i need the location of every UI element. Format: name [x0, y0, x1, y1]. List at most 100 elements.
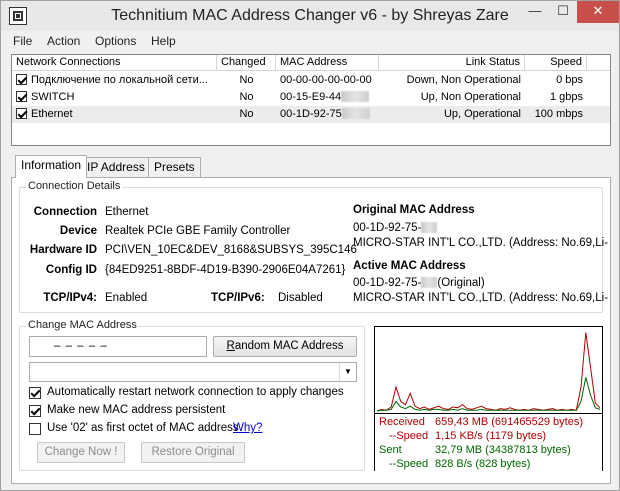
- redacted-mac: [421, 277, 438, 288]
- connection-name-cell: Ethernet: [12, 106, 217, 123]
- menu-help[interactable]: Help: [151, 34, 176, 48]
- connection-name-cell: Подключение по локальной сети...: [12, 72, 217, 89]
- row-checkbox[interactable]: [16, 91, 27, 102]
- col-changed[interactable]: Changed: [217, 55, 276, 71]
- changed-cell: No: [239, 91, 254, 103]
- tab-presets[interactable]: Presets: [148, 157, 201, 177]
- use-02-checkbox[interactable]: [29, 423, 41, 435]
- maximize-button[interactable]: ☐: [549, 1, 577, 23]
- connection-name: Подключение по локальной сети...: [31, 74, 208, 86]
- col-mac-address[interactable]: MAC Address: [276, 55, 379, 71]
- hardware-id-value: PCI\VEN_10EC&DEV_8168&SUBSYS_395C146: [105, 244, 357, 256]
- device-value: Realtek PCIe GBE Family Controller: [105, 225, 291, 237]
- status-cell: Up, Operational: [443, 108, 521, 120]
- original-mac-value: 00-1D-92-75-: [353, 222, 438, 234]
- speed-cell: 1 gbps: [549, 91, 583, 103]
- traffic-stats: Received 659,43 MB (691465529 bytes) --S…: [375, 413, 602, 471]
- received-value: 659,43 MB (691465529 bytes): [435, 416, 583, 428]
- connection-details-legend: Connection Details: [26, 180, 123, 192]
- random-mac-label: andom MAC Address: [234, 340, 344, 352]
- persistent-checkbox[interactable]: [29, 405, 41, 417]
- table-row[interactable]: Подключение по локальной сети... No 00-0…: [12, 72, 610, 89]
- received-series-line: [376, 332, 601, 412]
- sent-value: 32,79 MB (34387813 bytes): [435, 444, 571, 456]
- received-speed-label: --Speed: [389, 430, 429, 442]
- connection-label: Connection: [33, 206, 97, 218]
- menu-action[interactable]: Action: [47, 34, 80, 48]
- redacted-mac: [341, 108, 370, 119]
- redacted-mac: [341, 91, 370, 102]
- config-id-value: {84ED9251-8BDF-4D19-B390-2906E04A7261}: [105, 264, 346, 276]
- why-link[interactable]: Why?: [233, 422, 262, 434]
- mac-address-input[interactable]: – – – – –: [29, 336, 207, 357]
- active-mac-heading: Active MAC Address: [353, 260, 466, 272]
- tab-ip-address[interactable]: IP Address: [81, 157, 151, 177]
- mac-text: 00-15-E9-44: [280, 91, 342, 103]
- tcpipv6-value: Disabled: [278, 292, 323, 304]
- sent-speed-label: --Speed: [389, 458, 429, 470]
- tab-information[interactable]: Information: [15, 155, 88, 178]
- sent-label: Sent: [379, 444, 402, 456]
- mac-text: 00-1D-92-75: [280, 108, 342, 120]
- original-mac-heading: Original MAC Address: [353, 204, 475, 216]
- traffic-plot: [376, 332, 601, 412]
- active-vendor: MICRO-STAR INT'L CO.,LTD. (Address: No.6…: [353, 292, 609, 304]
- received-label: Received: [379, 416, 425, 428]
- changed-cell: No: [239, 74, 254, 86]
- change-mac-legend: Change MAC Address: [26, 319, 139, 331]
- menu-file[interactable]: File: [13, 34, 32, 48]
- main-window: Technitium MAC Address Changer v6 - by S…: [0, 0, 620, 491]
- list-header: Network Connections Changed MAC Address …: [12, 55, 610, 71]
- mac-cell: 00-00-00-00-00-00: [276, 72, 379, 89]
- sent-speed-value: 828 B/s (828 bytes): [435, 458, 531, 470]
- changed-cell: No: [239, 108, 254, 120]
- restore-original-button[interactable]: Restore Original: [141, 442, 245, 463]
- random-mac-button[interactable]: Random MAC Address: [213, 336, 357, 357]
- col-network-connections[interactable]: Network Connections: [12, 55, 217, 71]
- menu-options[interactable]: Options: [95, 34, 136, 48]
- table-row[interactable]: SWITCH No 00-15-E9-44 Up, Non Operationa…: [12, 89, 610, 106]
- auto-restart-checkbox[interactable]: [29, 387, 41, 399]
- information-panel: Connection Details Connection Ethernet D…: [11, 177, 611, 484]
- row-checkbox[interactable]: [16, 74, 27, 85]
- col-speed[interactable]: Speed: [525, 55, 587, 71]
- chevron-down-icon[interactable]: ▼: [339, 363, 356, 381]
- connection-value: Ethernet: [105, 206, 149, 218]
- connection-name: SWITCH: [31, 91, 75, 103]
- table-row[interactable]: Ethernet No 00-1D-92-75 Up, Operational …: [12, 106, 610, 123]
- active-mac-value: 00-1D-92-75- (Original): [353, 277, 485, 289]
- col-link-status[interactable]: Link Status: [379, 55, 525, 71]
- mac-octet-separators: – – – – –: [54, 340, 108, 352]
- hardware-id-label: Hardware ID: [29, 244, 97, 256]
- status-cell: Up, Non Operational: [420, 91, 521, 103]
- config-id-label: Config ID: [45, 264, 97, 276]
- received-speed-value: 1,15 KB/s (1179 bytes): [435, 430, 547, 442]
- connection-name: Ethernet: [31, 108, 73, 120]
- connection-name-cell: SWITCH: [12, 89, 217, 106]
- tcpipv4-value: Enabled: [105, 292, 148, 304]
- redacted-mac: [421, 222, 438, 233]
- original-mac-text: 00-1D-92-75-: [353, 222, 422, 234]
- active-mac-text: 00-1D-92-75-: [353, 277, 422, 289]
- use-02-label[interactable]: Use '02' as first octet of MAC address: [47, 422, 239, 434]
- vendor-preset-dropdown[interactable]: ▼: [29, 362, 357, 382]
- random-mac-mnemonic: R: [226, 340, 235, 352]
- close-button[interactable]: ✕: [577, 1, 619, 23]
- minimize-button[interactable]: —: [521, 1, 549, 23]
- network-connections-list[interactable]: Network Connections Changed MAC Address …: [11, 54, 611, 146]
- title-bar: Technitium MAC Address Changer v6 - by S…: [1, 1, 619, 31]
- row-checkbox[interactable]: [16, 108, 27, 119]
- tcpipv6-label: TCP/IPv6:: [211, 292, 265, 304]
- auto-restart-label[interactable]: Automatically restart network connection…: [47, 386, 344, 398]
- original-vendor: MICRO-STAR INT'L CO.,LTD. (Address: No.6…: [353, 237, 609, 249]
- persistent-label[interactable]: Make new MAC address persistent: [47, 404, 225, 416]
- active-mac-suffix: (Original): [437, 277, 485, 289]
- change-now-button[interactable]: Change Now !: [37, 442, 125, 463]
- status-cell: Down, Non Operational: [406, 74, 521, 86]
- device-label: Device: [59, 225, 97, 237]
- speed-cell: 0 bps: [556, 74, 583, 86]
- mac-cell: 00-1D-92-75: [276, 106, 379, 123]
- speed-cell: 100 mbps: [534, 108, 583, 120]
- mac-text: 00-00-00-00-00-00: [280, 74, 372, 86]
- menu-bar: File Action Options Help: [1, 32, 619, 52]
